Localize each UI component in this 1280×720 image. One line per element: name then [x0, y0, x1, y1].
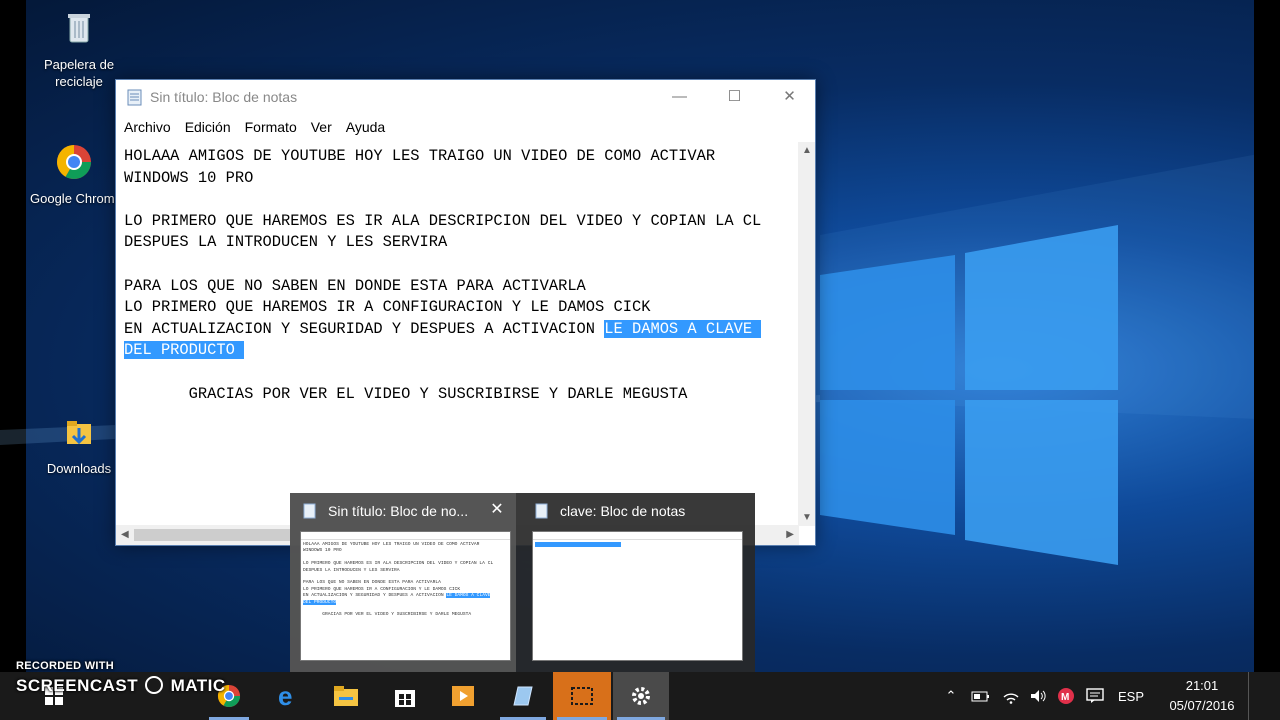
notepad-icon — [303, 503, 316, 519]
menu-edicion[interactable]: Edición — [185, 119, 231, 135]
desktop-icon-downloads[interactable]: Downloads — [31, 412, 127, 477]
show-hidden-icons-button[interactable]: ⌃ — [940, 672, 962, 720]
preview-thumbnail[interactable] — [532, 531, 743, 661]
menu-archivo[interactable]: Archivo — [124, 119, 171, 135]
notepad-icon — [513, 686, 533, 706]
chevron-up-icon: ⌃ — [945, 688, 957, 703]
svg-text:M: M — [1061, 692, 1069, 703]
clock[interactable]: 21:01 05/07/2016 — [1160, 676, 1244, 716]
taskbar-store[interactable] — [381, 672, 429, 720]
chrome-icon — [57, 145, 91, 179]
record-icon — [145, 676, 164, 694]
taskbar-media[interactable] — [439, 672, 487, 720]
scroll-down-icon[interactable]: ▼ — [802, 512, 812, 523]
text-editor[interactable]: HOLAAA AMIGOS DE YOUTUBE HOY LES TRAIGO … — [116, 142, 799, 526]
desktop-icon-label: Downloads — [46, 461, 112, 476]
notepad-window[interactable]: Sin título: Bloc de notas — ☐ ✕ Archivo … — [115, 79, 816, 546]
close-button[interactable]: ✕ — [762, 80, 817, 114]
taskbar-file-explorer[interactable] — [322, 672, 370, 720]
battery-icon[interactable] — [968, 672, 994, 720]
notepad-icon — [535, 503, 548, 519]
desktop-icon-label: Google Chrome — [30, 191, 122, 206]
store-icon — [395, 690, 415, 707]
desktop-icon-recycle-bin[interactable]: Papelera de reciclaje — [31, 8, 127, 90]
taskbar-edge[interactable]: e — [264, 672, 312, 720]
preview-item-sin-titulo[interactable]: Sin título: Bloc de no... ✕ HOLAAA AMIGO… — [290, 493, 516, 672]
watermark-logo: SCREENCAST MATIC — [16, 676, 226, 696]
preview-thumbnail[interactable]: HOLAAA AMIGOS DE YOUTUBE HOY LES TRAIGO … — [300, 531, 511, 661]
scroll-left-icon[interactable]: ◀ — [121, 529, 129, 540]
language-indicator[interactable]: ESP — [1114, 672, 1148, 720]
wifi-icon[interactable] — [998, 672, 1024, 720]
maximize-button[interactable]: ☐ — [707, 80, 762, 114]
window-title-bar[interactable]: Sin título: Bloc de notas — ☐ ✕ — [116, 80, 815, 114]
notification-icon[interactable] — [1082, 672, 1108, 720]
minimize-button[interactable]: — — [652, 80, 707, 114]
downloads-folder-icon — [67, 421, 91, 445]
text-content: GRACIAS POR VER EL VIDEO Y SUSCRIBIRSE Y… — [188, 384, 688, 403]
menu-bar: Archivo Edición Formato Ver Ayuda — [116, 114, 815, 140]
snipping-tool-icon — [571, 687, 593, 705]
taskbar-settings[interactable] — [613, 672, 669, 720]
taskbar-preview-popup: Sin título: Bloc de no... ✕ HOLAAA AMIGO… — [290, 493, 755, 672]
volume-icon[interactable] — [1026, 672, 1050, 720]
screencast-watermark: RECORDED WITH SCREENCAST MATIC — [16, 660, 226, 696]
show-desktop-button[interactable] — [1248, 672, 1280, 720]
recycle-bin-icon — [68, 14, 90, 43]
preview-title: Sin título: Bloc de no... — [328, 503, 469, 519]
desktop-icon-label: Papelera de reciclaje — [43, 57, 115, 89]
window-title: Sin título: Bloc de notas — [150, 89, 298, 105]
watermark-line1: RECORDED WITH — [16, 660, 115, 672]
watermark-line2: SCREENCAST — [16, 676, 139, 695]
menu-ver[interactable]: Ver — [311, 119, 332, 135]
vertical-scrollbar[interactable]: ▲ ▼ — [798, 142, 815, 526]
taskbar-snipping-tool[interactable] — [553, 672, 611, 720]
menu-ayuda[interactable]: Ayuda — [346, 119, 385, 135]
gear-icon — [632, 687, 650, 705]
clock-time: 21:01 — [1185, 678, 1219, 693]
clock-date: 05/07/2016 — [1169, 698, 1235, 713]
folder-icon — [334, 686, 358, 706]
preview-title: clave: Bloc de notas — [560, 503, 686, 519]
selected-text: DEL PRODUCTO — [124, 341, 245, 360]
antivirus-icon[interactable]: M — [1054, 672, 1078, 720]
svg-text:e: e — [278, 683, 292, 709]
edge-icon: e — [278, 683, 292, 709]
media-player-icon — [452, 686, 474, 706]
watermark-line3: MATIC — [170, 676, 226, 695]
selected-text: LE DAMOS A CLAVE — [604, 319, 762, 338]
scroll-right-icon[interactable]: ▶ — [786, 529, 794, 540]
preview-item-clave[interactable]: clave: Bloc de notas — [522, 493, 748, 672]
text-content: HOLAAA AMIGOS DE YOUTUBE HOY LES TRAIGO … — [124, 147, 762, 338]
menu-formato[interactable]: Formato — [245, 119, 297, 135]
notepad-icon — [127, 89, 142, 106]
desktop-icon-chrome[interactable]: Google Chrome — [26, 142, 122, 207]
scroll-up-icon[interactable]: ▲ — [802, 145, 812, 156]
taskbar-notepad[interactable] — [496, 672, 550, 720]
close-icon[interactable]: ✕ — [484, 497, 510, 523]
